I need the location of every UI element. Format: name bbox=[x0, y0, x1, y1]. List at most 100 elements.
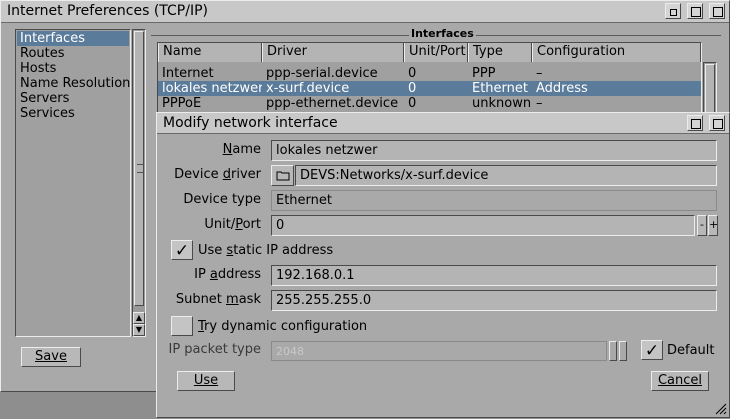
category-item[interactable]: Routes bbox=[17, 46, 129, 61]
table-scroll-thumb[interactable] bbox=[705, 64, 715, 114]
dialog-zoom-button[interactable] bbox=[687, 115, 703, 131]
folder-icon bbox=[276, 171, 289, 181]
column-header[interactable]: Name bbox=[158, 43, 262, 62]
table-row[interactable]: PPPoE ppp-ethernet.device 0 unknown – bbox=[158, 96, 701, 111]
mask-value: 255.255.255.0 bbox=[276, 293, 372, 308]
mask-label: Subnet mask bbox=[175, 292, 261, 307]
driver-label: Device driver bbox=[174, 167, 261, 182]
ip-value: 192.168.0.1 bbox=[276, 268, 355, 283]
type-value: Ethernet bbox=[276, 193, 332, 208]
unit-value: 0 bbox=[276, 218, 285, 233]
ip-field[interactable]: 192.168.0.1 bbox=[271, 265, 717, 286]
table-cell-type: Ethernet bbox=[472, 81, 528, 96]
scroll-down-button[interactable]: ▼ bbox=[133, 324, 145, 336]
cancel-button[interactable]: Cancel bbox=[651, 371, 709, 391]
dynamic-config-label: Try dynamic configuration bbox=[198, 319, 368, 334]
grip-icon bbox=[137, 164, 143, 173]
save-button[interactable]: Save bbox=[21, 347, 81, 367]
ip-label: IP address bbox=[194, 267, 261, 282]
packet-type-stepper-2 bbox=[619, 341, 627, 361]
interfaces-group-label: Interfaces bbox=[409, 27, 476, 40]
iconify-icon bbox=[670, 9, 677, 16]
mask-field[interactable]: 255.255.255.0 bbox=[271, 290, 717, 311]
zoom-button[interactable] bbox=[687, 3, 703, 19]
depth-button[interactable] bbox=[709, 3, 725, 19]
column-header[interactable]: Type bbox=[468, 43, 532, 62]
default-checkbox[interactable]: ✓ bbox=[641, 340, 663, 361]
table-cell-type: PPP bbox=[472, 66, 496, 81]
table-cell-name: Internet bbox=[162, 66, 214, 81]
name-field[interactable]: lokales netzwer bbox=[271, 140, 717, 161]
default-label: Default bbox=[667, 343, 715, 358]
category-scrollbar[interactable]: ▲ ▼ bbox=[132, 29, 146, 337]
dialog-depth-icon bbox=[713, 119, 723, 129]
table-cell-unit: 0 bbox=[408, 81, 417, 96]
category-item[interactable]: Services bbox=[17, 106, 129, 121]
column-header[interactable]: Configuration bbox=[532, 43, 701, 62]
main-window-title: Internet Preferences (TCP/IP) bbox=[7, 3, 208, 19]
type-label: Device type bbox=[183, 192, 261, 207]
category-item[interactable]: Servers bbox=[17, 91, 129, 106]
default-checkmark-icon: ✓ bbox=[644, 341, 660, 361]
table-cell-name: lokales netzwer bbox=[162, 81, 262, 96]
modify-interface-dialog: Modify network interface Name lokales ne… bbox=[156, 112, 730, 418]
unit-label: Unit/Port bbox=[204, 217, 261, 232]
interfaces-table[interactable]: Name Driver Unit/Port Type Configuration Int… bbox=[157, 42, 702, 117]
driver-browse-button[interactable] bbox=[271, 165, 294, 186]
table-cell-unit: 0 bbox=[408, 66, 417, 81]
dialog-title: Modify network interface bbox=[163, 115, 338, 131]
table-row[interactable]: lokales netzwer x-surf.device 0 Ethernet Add… bbox=[158, 81, 701, 96]
table-scrollbar[interactable] bbox=[703, 62, 717, 117]
table-body: Internet ppp-serial.device 0 PPP – lokales ne… bbox=[158, 66, 701, 111]
category-item[interactable]: Name Resolution bbox=[17, 76, 130, 91]
dialog-depth-button[interactable] bbox=[709, 115, 725, 131]
checkmark-icon: ✓ bbox=[174, 241, 190, 261]
dialog-title-bar[interactable]: Modify network interface bbox=[157, 113, 729, 134]
category-items: Interfaces Routes Hosts Name Resolution Serv… bbox=[17, 31, 130, 121]
category-item[interactable]: Interfaces bbox=[17, 31, 129, 46]
scroll-up-button[interactable]: ▲ bbox=[133, 312, 145, 324]
table-cell-driver: x-surf.device bbox=[266, 81, 350, 96]
unit-decrement-button[interactable]: - bbox=[697, 215, 707, 236]
use-button-label: Use bbox=[193, 373, 219, 388]
table-cell-config: – bbox=[536, 66, 543, 81]
unit-increment-button[interactable]: + bbox=[708, 215, 718, 236]
table-cell-name: PPPoE bbox=[162, 96, 202, 111]
unit-increment-label: + bbox=[709, 218, 719, 231]
main-title-bar[interactable]: Internet Preferences (TCP/IP) bbox=[1, 1, 729, 23]
category-item[interactable]: Hosts bbox=[17, 61, 129, 76]
driver-value: DEVS:Networks/x-surf.device bbox=[300, 168, 489, 183]
packet-type-label: IP packet type bbox=[168, 342, 261, 357]
resize-grip-icon bbox=[715, 403, 727, 415]
table-row[interactable]: Internet ppp-serial.device 0 PPP – bbox=[158, 66, 701, 81]
iconify-button[interactable] bbox=[665, 3, 681, 19]
table-header: Name Driver Unit/Port Type Configuration bbox=[158, 43, 701, 62]
name-value: lokales netzwer bbox=[276, 143, 378, 158]
dynamic-config-checkbox[interactable] bbox=[171, 316, 193, 336]
packet-type-field: 2048 bbox=[271, 341, 607, 361]
cancel-button-label: Cancel bbox=[657, 373, 703, 388]
category-list[interactable]: Interfaces Routes Hosts Name Resolution Serv… bbox=[15, 29, 131, 337]
packet-type-stepper bbox=[609, 341, 617, 361]
table-cell-driver: ppp-serial.device bbox=[266, 66, 378, 81]
table-cell-driver: ppp-ethernet.device bbox=[266, 96, 399, 111]
column-header[interactable]: Driver bbox=[262, 43, 404, 62]
zoom-icon bbox=[691, 7, 701, 17]
driver-field[interactable]: DEVS:Networks/x-surf.device bbox=[295, 165, 717, 186]
resize-grip[interactable] bbox=[713, 401, 727, 415]
column-header[interactable]: Unit/Port bbox=[404, 43, 468, 62]
table-cell-type: unknown bbox=[472, 96, 532, 111]
packet-type-value: 2048 bbox=[276, 345, 304, 358]
table-cell-config: – bbox=[536, 96, 543, 111]
static-ip-checkbox[interactable]: ✓ bbox=[171, 240, 193, 261]
table-cell-unit: 0 bbox=[408, 96, 417, 111]
scroll-thumb[interactable] bbox=[134, 31, 144, 306]
static-ip-label: Use static IP address bbox=[198, 243, 334, 258]
use-button[interactable]: Use bbox=[177, 371, 235, 391]
depth-icon bbox=[713, 7, 723, 17]
save-button-label: Save bbox=[35, 349, 67, 364]
unit-field[interactable]: 0 bbox=[271, 215, 695, 236]
name-label-rest: ame bbox=[232, 142, 261, 157]
unit-decrement-label: - bbox=[700, 218, 704, 231]
type-field: Ethernet bbox=[271, 190, 717, 211]
